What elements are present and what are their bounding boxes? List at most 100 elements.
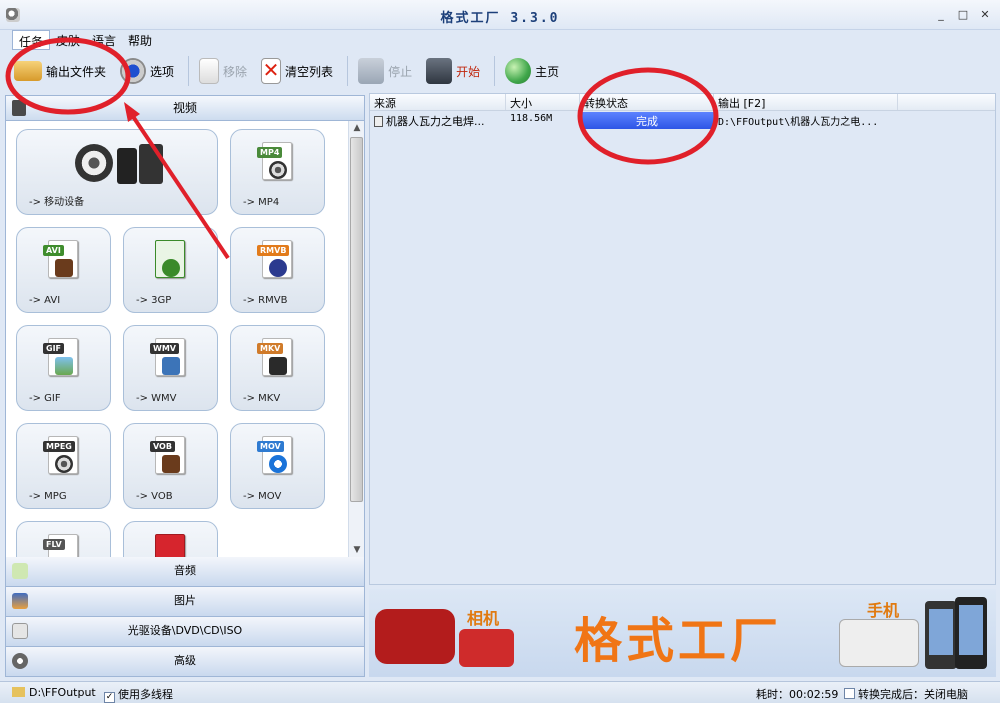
clear-list-label: 清空列表 <box>285 64 334 79</box>
stop-button[interactable]: 停止 <box>358 58 412 84</box>
promo-banner[interactable]: 相机 格式工厂 手机 <box>369 589 996 677</box>
toolbar-divider <box>347 56 349 86</box>
close-button[interactable]: ✕ <box>978 9 992 21</box>
disc-drive-icon <box>12 623 28 639</box>
camcorder-icon <box>162 357 180 375</box>
category-audio[interactable]: 音频 <box>5 557 365 587</box>
category-optical-drive[interactable]: 光驱设备\DVD\CD\ISO <box>5 617 365 647</box>
toolbar: 输出文件夹 选项 移除 ✕ 清空列表 停止 开始 主页 <box>0 50 1000 92</box>
film-strip-icon <box>269 357 287 375</box>
menu-skin[interactable]: 皮肤 <box>50 30 86 50</box>
output-folder-button[interactable]: 输出文件夹 <box>14 61 106 81</box>
format-label: -> MOV <box>243 491 282 502</box>
home-button[interactable]: 主页 <box>505 58 559 84</box>
menu-help[interactable]: 帮助 <box>122 30 158 50</box>
task-list-header: 来源 大小 转换状态 输出 [F2] <box>370 94 995 111</box>
scroll-up-icon[interactable]: ▲ <box>349 121 364 135</box>
gear-icon <box>12 653 28 669</box>
device-icon <box>839 619 919 667</box>
video-category-header[interactable]: 视频 <box>5 95 365 121</box>
folder-icon <box>14 61 42 81</box>
film-strip-icon <box>55 259 73 277</box>
format-label: -> GIF <box>29 393 61 404</box>
conversion-panel: 视频 -> 移动设备 MP4 -> MP4 AVI -> AVI -> 3GP <box>5 95 365 680</box>
multithread-label: 使用多线程 <box>118 688 173 701</box>
format-tag: MP4 <box>257 147 283 158</box>
start-button[interactable]: 开始 <box>426 58 480 84</box>
category-label: 高级 <box>174 654 196 667</box>
column-source[interactable]: 来源 <box>370 94 506 110</box>
options-label: 选项 <box>150 64 175 79</box>
status-bar: D:\FFOutput ✓ 使用多线程 耗时：00:02:59 转换完成后：关闭电… <box>0 681 1000 703</box>
phone-icon <box>117 148 137 184</box>
format-list-scrollbar[interactable]: ▲ ▼ <box>348 121 364 557</box>
start-icon <box>426 58 453 84</box>
format-tag: MPEG <box>43 441 75 452</box>
format-label: -> RMVB <box>243 295 288 306</box>
menu-task[interactable]: 任务 <box>12 30 51 50</box>
format-tag: RMVB <box>257 245 290 256</box>
format-swf-button[interactable] <box>123 521 218 557</box>
remove-label: 移除 <box>223 64 248 79</box>
camera-label: 相机 <box>467 609 500 628</box>
status-cell: 完成 <box>580 112 714 129</box>
gear-icon <box>120 58 147 84</box>
multithread-checkbox[interactable]: ✓ <box>104 692 115 703</box>
category-picture[interactable]: 图片 <box>5 587 365 617</box>
format-gif-button[interactable]: GIF -> GIF <box>16 325 111 411</box>
format-tag: MKV <box>257 343 284 354</box>
minimize-button[interactable]: _ <box>934 9 948 21</box>
stop-label: 停止 <box>388 64 413 79</box>
camcorder-icon <box>375 609 455 664</box>
format-wmv-button[interactable]: WMV -> WMV <box>123 325 218 411</box>
mobile-device-button[interactable]: -> 移动设备 <box>16 129 218 215</box>
video-format-list: -> 移动设备 MP4 -> MP4 AVI -> AVI -> 3GP RMV… <box>5 121 365 557</box>
format-vob-button[interactable]: VOB -> VOB <box>123 423 218 509</box>
task-list: 来源 大小 转换状态 输出 [F2] 机器人瓦力之电焊... 118.56M 完… <box>369 93 996 585</box>
window-title: 格式工厂 3.3.0 <box>440 11 560 26</box>
output-folder-label: 输出文件夹 <box>46 64 107 79</box>
options-button[interactable]: 选项 <box>120 58 174 84</box>
multithread-toggle[interactable]: ✓ 使用多线程 <box>104 686 173 703</box>
menu-bar: 任务 皮肤 语言 帮助 <box>0 30 1000 50</box>
format-mov-button[interactable]: MOV -> MOV <box>230 423 325 509</box>
format-label: -> 3GP <box>136 295 172 306</box>
after-done-toggle[interactable]: 转换完成后：关闭电脑 <box>844 686 968 702</box>
format-label: -> MP4 <box>243 197 280 208</box>
category-label: 图片 <box>174 594 196 607</box>
menu-language[interactable]: 语言 <box>86 30 122 50</box>
phone-icon <box>955 597 987 669</box>
start-label: 开始 <box>456 64 481 79</box>
output-path[interactable]: D:\FFOutput <box>12 686 96 699</box>
phone-icon <box>925 601 957 669</box>
format-mkv-button[interactable]: MKV -> MKV <box>230 325 325 411</box>
table-row[interactable]: 机器人瓦力之电焊... 118.56M 完成 D:\FFOutput\机器人瓦力… <box>370 112 995 129</box>
flash-icon <box>155 534 185 557</box>
format-rmvb-button[interactable]: RMVB -> RMVB <box>230 227 325 313</box>
format-tag: WMV <box>150 343 179 354</box>
column-output[interactable]: 输出 [F2] <box>714 94 898 110</box>
format-label: -> MKV <box>243 393 281 404</box>
after-done-checkbox[interactable] <box>844 688 855 699</box>
clear-list-button[interactable]: ✕ 清空列表 <box>261 58 333 84</box>
phone-label: 手机 <box>867 601 900 620</box>
format-flv-button[interactable]: FLV <box>16 521 111 557</box>
folder-icon <box>12 687 25 697</box>
format-3gp-button[interactable]: -> 3GP <box>123 227 218 313</box>
scroll-down-icon[interactable]: ▼ <box>349 543 364 557</box>
file-icon <box>374 116 383 127</box>
film-icon <box>12 100 26 116</box>
format-mp4-button[interactable]: MP4 -> MP4 <box>230 129 325 215</box>
scrollbar-thumb[interactable] <box>350 137 363 502</box>
column-status[interactable]: 转换状态 <box>580 94 714 110</box>
format-label: -> VOB <box>136 491 173 502</box>
format-mpg-button[interactable]: MPEG -> MPG <box>16 423 111 509</box>
column-size[interactable]: 大小 <box>506 94 580 110</box>
clear-list-icon: ✕ <box>261 58 282 84</box>
remove-button[interactable]: 移除 <box>199 58 247 84</box>
globe-icon <box>505 58 532 84</box>
category-advanced[interactable]: 高级 <box>5 647 365 677</box>
source-cell: 机器人瓦力之电焊... <box>370 112 506 129</box>
maximize-button[interactable]: □ <box>956 9 970 21</box>
format-avi-button[interactable]: AVI -> AVI <box>16 227 111 313</box>
